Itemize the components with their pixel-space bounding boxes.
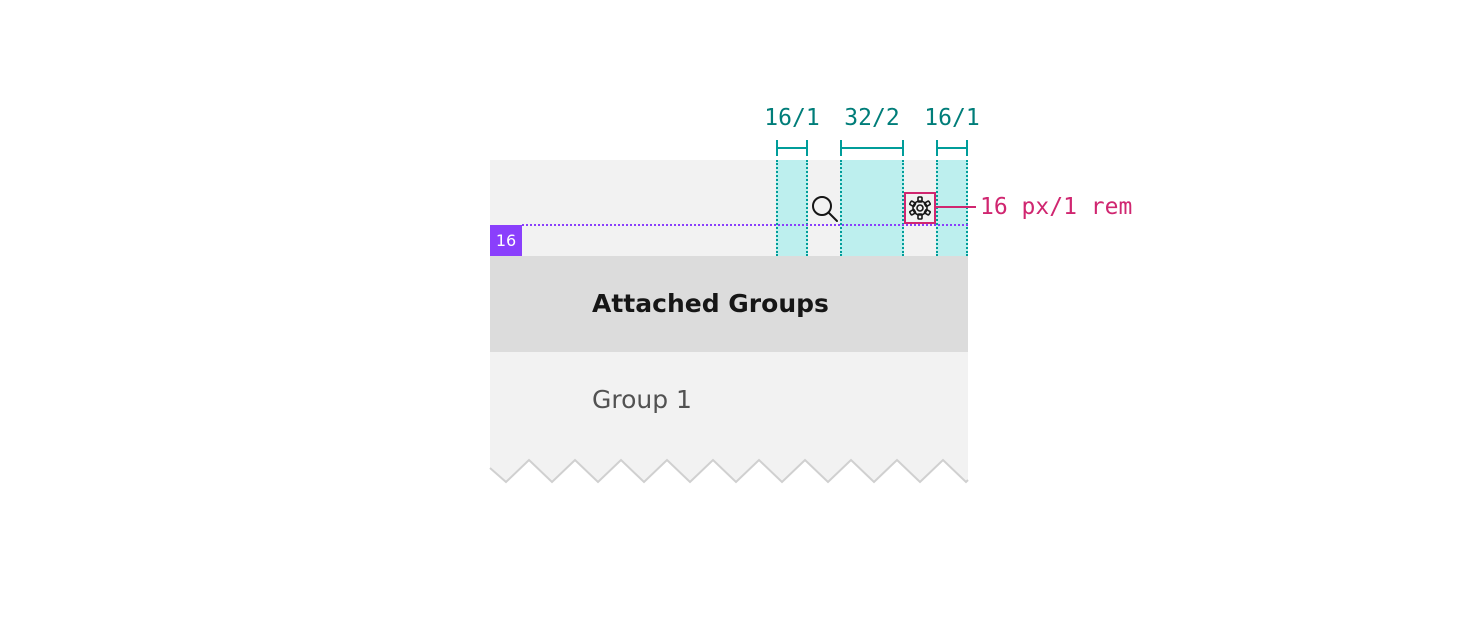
search-icon[interactable] [812,196,838,222]
bracket-middle [840,140,904,156]
torn-edge [489,458,969,490]
icon-size-leader [936,206,976,208]
dimension-brackets [776,140,968,156]
spec-diagram: Attached Groups Group 1 16/1 32/2 16/1 1… [0,0,1472,640]
diagram-overlay [489,140,969,490]
icon-size-frame [904,192,936,224]
icon-size-label: 16 px/1 rem [980,194,1133,220]
bracket-left [776,140,808,156]
bracket-right [936,140,968,156]
